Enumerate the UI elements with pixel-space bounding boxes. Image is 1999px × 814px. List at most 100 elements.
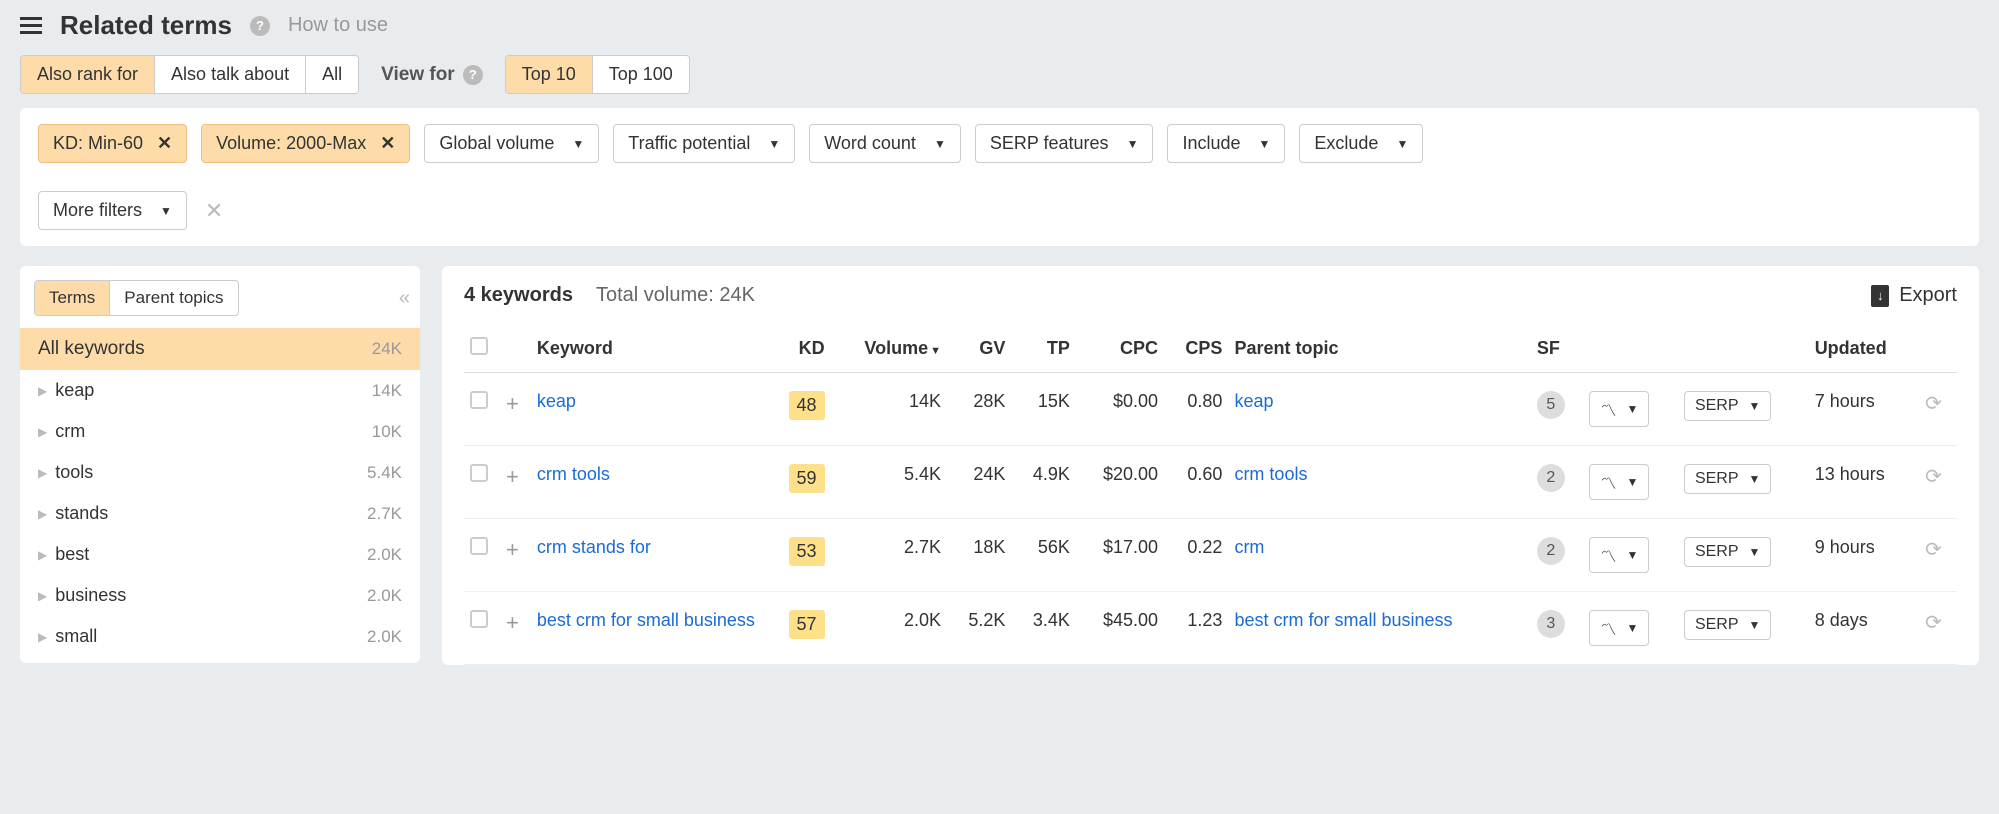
filter-kd[interactable]: KD: Min-60 ✕ [38, 124, 187, 163]
cell-cps: 1.23 [1164, 592, 1228, 665]
chevron-right-icon: ▶ [38, 589, 47, 603]
table-row: + keap 48 14K 28K 15K $0.00 0.80 keap 5 … [464, 373, 1957, 446]
cell-cpc: $17.00 [1076, 519, 1164, 592]
row-checkbox[interactable] [470, 464, 488, 482]
filter-exclude[interactable]: Exclude▼ [1299, 124, 1423, 163]
trend-button[interactable]: 〽▼ [1589, 464, 1649, 500]
parent-topic-link[interactable]: crm [1234, 537, 1264, 557]
col-tp[interactable]: TP [1011, 325, 1075, 373]
keyword-link[interactable]: keap [537, 391, 576, 411]
filter-word-count[interactable]: Word count▼ [809, 124, 961, 163]
tab-also-rank-for[interactable]: Also rank for [21, 56, 155, 93]
sidebar-item[interactable]: ▶tools5.4K [20, 452, 420, 493]
sidebar-item[interactable]: ▶business2.0K [20, 575, 420, 616]
cell-gv: 5.2K [947, 592, 1011, 665]
col-gv[interactable]: GV [947, 325, 1011, 373]
close-icon[interactable]: ✕ [157, 133, 172, 154]
serp-button[interactable]: SERP▼ [1684, 391, 1771, 421]
chevron-down-icon: ▼ [1626, 402, 1638, 416]
cell-tp: 15K [1011, 373, 1075, 446]
col-kd[interactable]: KD [767, 325, 830, 373]
sf-badge[interactable]: 2 [1537, 464, 1565, 492]
filter-panel: KD: Min-60 ✕ Volume: 2000-Max ✕ Global v… [20, 108, 1979, 246]
content-panel: 4 keywords Total volume: 24K ↓ Export Ke… [442, 266, 1979, 665]
sidebar-item[interactable]: ▶keap14K [20, 370, 420, 411]
kd-badge: 57 [789, 610, 825, 639]
sidebar-item[interactable]: ▶stands2.7K [20, 493, 420, 534]
clear-filters-icon[interactable]: ✕ [201, 198, 227, 224]
sidebar-item-count: 2.0K [367, 545, 402, 565]
keyword-link[interactable]: best crm for small business [537, 610, 755, 630]
sidebar-item[interactable]: ▶best2.0K [20, 534, 420, 575]
tab-top100[interactable]: Top 100 [593, 56, 689, 93]
chevron-down-icon: ▼ [1626, 621, 1638, 635]
sidebar-item-label: keap [55, 380, 94, 401]
trend-button[interactable]: 〽▼ [1589, 610, 1649, 646]
sf-badge[interactable]: 3 [1537, 610, 1565, 638]
serp-button[interactable]: SERP▼ [1684, 610, 1771, 640]
serp-button[interactable]: SERP▼ [1684, 464, 1771, 494]
export-button[interactable]: ↓ Export [1871, 284, 1957, 307]
refresh-icon[interactable]: ⟳ [1925, 393, 1942, 415]
tab-parent-topics[interactable]: Parent topics [110, 281, 237, 315]
close-icon[interactable]: ✕ [380, 133, 395, 154]
sf-badge[interactable]: 2 [1537, 537, 1565, 565]
cell-tp: 3.4K [1011, 592, 1075, 665]
sidebar-item[interactable]: ▶small2.0K [20, 616, 420, 657]
sf-badge[interactable]: 5 [1537, 391, 1565, 419]
col-cps[interactable]: CPS [1164, 325, 1228, 373]
parent-topic-link[interactable]: best crm for small business [1234, 610, 1452, 630]
select-all-checkbox[interactable] [470, 337, 488, 355]
row-checkbox[interactable] [470, 610, 488, 628]
filter-traffic-potential[interactable]: Traffic potential▼ [613, 124, 795, 163]
refresh-icon[interactable]: ⟳ [1925, 612, 1942, 634]
chevron-right-icon: ▶ [38, 630, 47, 644]
collapse-icon[interactable]: « [399, 287, 406, 310]
keyword-link[interactable]: crm tools [537, 464, 610, 484]
trend-button[interactable]: 〽▼ [1589, 537, 1649, 573]
trend-icon: 〽 [1600, 543, 1616, 567]
tab-top10[interactable]: Top 10 [506, 56, 593, 93]
cell-cpc: $20.00 [1076, 446, 1164, 519]
col-volume[interactable]: Volume▼ [831, 325, 947, 373]
filter-volume[interactable]: Volume: 2000-Max ✕ [201, 124, 410, 163]
expand-icon[interactable]: + [500, 537, 525, 562]
filter-serp-features[interactable]: SERP features▼ [975, 124, 1154, 163]
cell-cpc: $45.00 [1076, 592, 1164, 665]
col-cpc[interactable]: CPC [1076, 325, 1164, 373]
cell-updated: 7 hours [1809, 373, 1919, 446]
expand-icon[interactable]: + [500, 391, 525, 416]
serp-button[interactable]: SERP▼ [1684, 537, 1771, 567]
row-checkbox[interactable] [470, 391, 488, 409]
col-updated[interactable]: Updated [1809, 325, 1919, 373]
view-for-label: View for ? [381, 64, 483, 86]
help-icon[interactable]: ? [463, 65, 483, 85]
keyword-link[interactable]: crm stands for [537, 537, 651, 557]
sidebar-item-count: 2.0K [367, 627, 402, 647]
row-checkbox[interactable] [470, 537, 488, 555]
refresh-icon[interactable]: ⟳ [1925, 466, 1942, 488]
tab-also-talk-about[interactable]: Also talk about [155, 56, 306, 93]
tab-terms[interactable]: Terms [35, 281, 110, 315]
trend-button[interactable]: 〽▼ [1589, 391, 1649, 427]
menu-icon[interactable] [20, 13, 42, 38]
col-parent-topic[interactable]: Parent topic [1228, 325, 1530, 373]
parent-topic-link[interactable]: crm tools [1234, 464, 1307, 484]
expand-icon[interactable]: + [500, 464, 525, 489]
chevron-down-icon: ▼ [934, 137, 946, 151]
cell-updated: 8 days [1809, 592, 1919, 665]
filter-global-volume[interactable]: Global volume▼ [424, 124, 599, 163]
filter-more[interactable]: More filters▼ [38, 191, 187, 230]
filter-include[interactable]: Include▼ [1167, 124, 1285, 163]
col-sf[interactable]: SF [1531, 325, 1584, 373]
sidebar-all-keywords[interactable]: All keywords 24K [20, 328, 420, 370]
col-keyword[interactable]: Keyword [531, 325, 768, 373]
help-icon[interactable]: ? [250, 16, 270, 36]
refresh-icon[interactable]: ⟳ [1925, 539, 1942, 561]
expand-icon[interactable]: + [500, 610, 525, 635]
parent-topic-link[interactable]: keap [1234, 391, 1273, 411]
cell-volume: 2.7K [831, 519, 947, 592]
tab-all[interactable]: All [306, 56, 358, 93]
sidebar-item[interactable]: ▶crm10K [20, 411, 420, 452]
how-to-use-link[interactable]: How to use [288, 14, 388, 37]
